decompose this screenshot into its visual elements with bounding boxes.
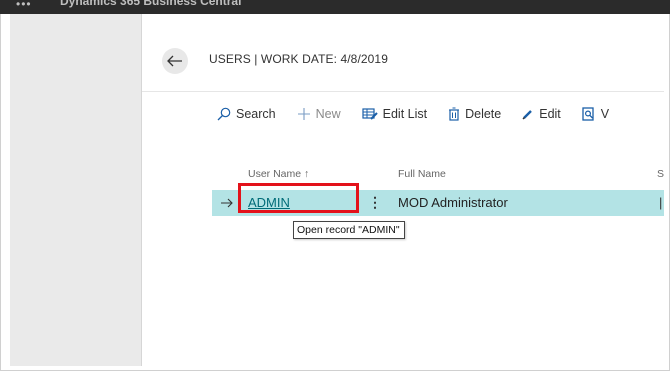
column-header-user-name[interactable]: User Name ↑ [248,168,309,180]
page-title: USERS | WORK DATE: 4/8/2019 [209,52,388,66]
column-header-state[interactable]: S [657,168,664,180]
view-icon [582,107,596,121]
edit-label: Edit [539,107,561,121]
view-label: V [600,107,610,121]
plus-icon [297,107,311,121]
page-header: USERS | WORK DATE: 4/8/2019 [142,32,664,92]
delete-label: Delete [465,107,502,121]
row-selected-arrow-icon [220,196,234,214]
search-icon [217,107,231,121]
search-button[interactable]: Search [217,107,276,121]
edit-button[interactable]: Edit [522,107,561,121]
back-button[interactable] [162,48,188,74]
users-page: USERS | WORK DATE: 4/8/2019 Search New E… [142,14,664,366]
app-bar: ••• Dynamics 365 Business Central [0,0,670,14]
delete-button[interactable]: Delete [448,107,501,121]
edit-list-label: Edit List [382,107,428,121]
column-header-full-name[interactable]: Full Name [398,168,446,180]
edit-list-button[interactable]: Edit List [362,107,427,121]
background-page [10,14,142,366]
full-name-cell: MOD Administrator [398,195,508,210]
header-divider [142,91,664,92]
edit-list-icon [362,107,378,121]
pencil-icon [522,108,534,120]
waffle-icon[interactable]: ••• [16,0,32,11]
column-headers: User Name ↑ Full Name S [142,168,664,184]
new-button[interactable]: New [297,107,341,121]
state-cell: | [659,195,663,210]
annotation-highlight [238,183,359,213]
trash-icon [448,107,460,121]
search-label: Search [236,107,276,121]
view-button[interactable]: V [582,107,609,121]
action-bar: Search New Edit List Delete Edit V [217,104,630,124]
back-arrow-icon [167,55,182,67]
tooltip: Open record "ADMIN" [293,221,405,239]
row-menu-icon[interactable]: ⋮ [368,193,382,211]
app-name: Dynamics 365 Business Central [60,0,242,8]
new-label: New [315,107,341,121]
